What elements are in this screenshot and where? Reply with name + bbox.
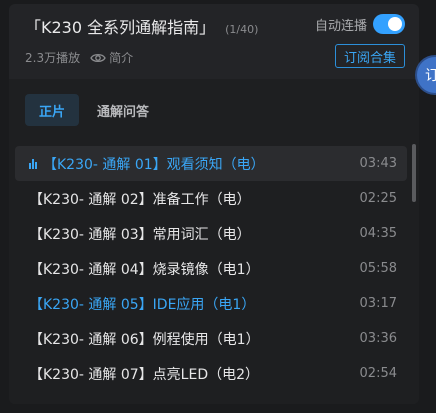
episode-duration: 05:58: [359, 261, 397, 276]
eye-icon: [90, 53, 106, 62]
episode-title: 【K230- 通解 03】常用词汇（电）: [29, 226, 251, 243]
playlist-content: 正片 通解问答 【K230- 通解 01】观看须知（电） 03:43 【K230…: [9, 79, 419, 404]
episode-row[interactable]: 【K230- 通解 06】例程使用（电1） 03:36: [15, 321, 407, 356]
episode-duration: 04:35: [359, 226, 397, 241]
episode-duration: 03:17: [359, 296, 397, 311]
episode-list: 【K230- 通解 01】观看须知（电） 03:43 【K230- 通解 02】…: [15, 146, 407, 391]
playlist-title[interactable]: 「K230 全系列通解指南」 (1/40): [25, 14, 258, 38]
episode-row[interactable]: 【K230- 通解 02】准备工作（电） 02:25: [15, 181, 407, 216]
episode-duration: 02:54: [359, 366, 397, 381]
play-count: 2.3万播放: [25, 51, 81, 65]
playlist-tabs: 正片 通解问答: [25, 94, 163, 126]
side-float-button[interactable]: 订: [417, 57, 436, 93]
autoplay-toggle[interactable]: [373, 14, 405, 34]
playlist-title-text: 「K230 全系列通解指南」: [25, 18, 216, 37]
tab-qa[interactable]: 通解问答: [83, 94, 163, 126]
intro-button[interactable]: 简介: [90, 49, 133, 66]
episode-row[interactable]: 【K230- 通解 07】点亮LED（电2） 02:54: [15, 356, 407, 391]
playlist-header: 「K230 全系列通解指南」 (1/40) 自动连播 2.3万播放 简介 订阅合…: [9, 4, 419, 79]
playlist-meta: 2.3万播放 简介: [25, 49, 133, 66]
toggle-knob: [388, 17, 402, 31]
episode-count: (1/40): [225, 23, 259, 36]
episode-duration: 02:25: [359, 191, 397, 206]
tab-main[interactable]: 正片: [25, 94, 80, 126]
episode-title: 【K230- 通解 06】例程使用（电1）: [29, 331, 260, 348]
playing-icon: [29, 158, 41, 169]
episode-duration: 03:36: [359, 331, 397, 346]
episode-title: 【K230- 通解 01】观看须知（电）: [43, 156, 265, 173]
episode-title: 【K230- 通解 05】IDE应用（电1）: [29, 296, 256, 313]
episode-row[interactable]: 【K230- 通解 01】观看须知（电） 03:43: [15, 146, 407, 181]
episode-row[interactable]: 【K230- 通解 04】烧录镜像（电1） 05:58: [15, 251, 407, 286]
subscribe-collection-button[interactable]: 订阅合集: [335, 44, 405, 68]
autoplay-control: 自动连播: [315, 14, 405, 34]
list-scrollbar[interactable]: [412, 144, 416, 202]
episode-row[interactable]: 【K230- 通解 03】常用词汇（电） 04:35: [15, 216, 407, 251]
intro-label: 简介: [109, 51, 134, 65]
episode-duration: 03:43: [359, 156, 397, 171]
episode-title: 【K230- 通解 02】准备工作（电）: [29, 191, 251, 208]
playlist-panel: 「K230 全系列通解指南」 (1/40) 自动连播 2.3万播放 简介 订阅合…: [9, 4, 419, 404]
episode-row[interactable]: 【K230- 通解 05】IDE应用（电1） 03:17: [15, 286, 407, 321]
episode-title: 【K230- 通解 04】烧录镜像（电1）: [29, 261, 260, 278]
episode-title: 【K230- 通解 07】点亮LED（电2）: [29, 366, 260, 383]
autoplay-label: 自动连播: [314, 18, 367, 34]
